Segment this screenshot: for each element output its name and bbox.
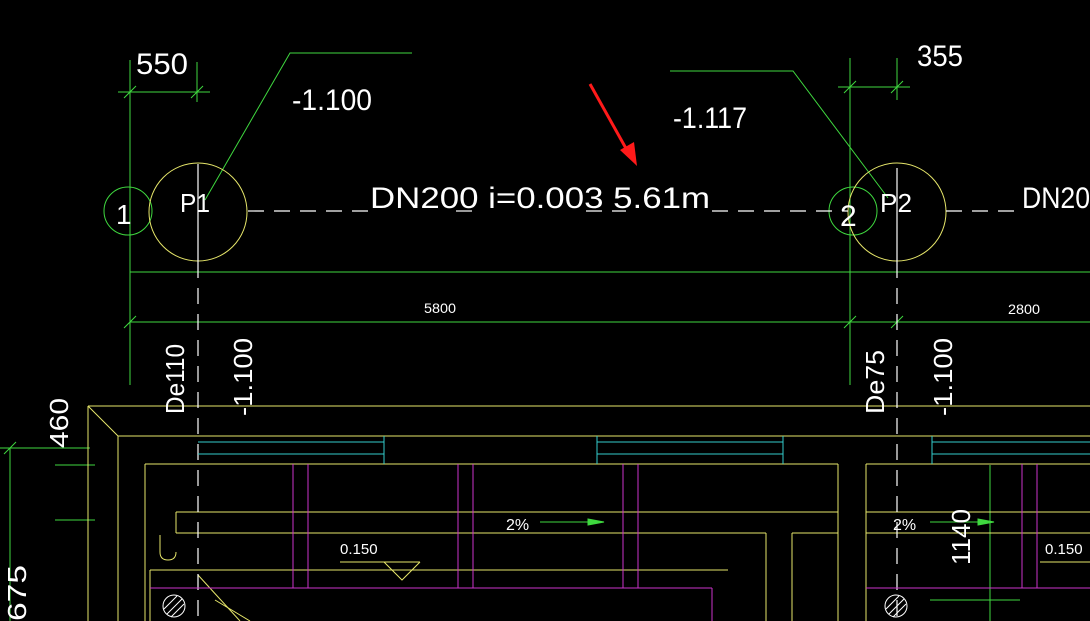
level-label-1: 0.150 <box>340 541 378 558</box>
pipe-label-main: DN200 i=0.003 5.61m <box>370 182 710 215</box>
dim-355: 355 <box>917 40 963 73</box>
dim-1140: 1140 <box>946 509 976 565</box>
elevation-2: -1.117 <box>673 102 747 135</box>
elevation-1: -1.100 <box>292 84 372 117</box>
slope-label-1: 2% <box>506 517 529 534</box>
dim-2800: 2800 <box>1008 301 1040 317</box>
dim-5800: 5800 <box>424 300 456 316</box>
axis-label-1: 1 <box>116 199 132 230</box>
pipe-de75: De75 <box>860 350 890 414</box>
dim-550: 550 <box>136 48 188 81</box>
canvas-background <box>0 0 1090 621</box>
elevation-3: -1.100 <box>228 338 258 416</box>
axis-label-2: 2 <box>840 200 857 233</box>
cad-drawing-canvas: 550 355 -1.100 -1.117 DN200 i=0.003 5.61… <box>0 0 1090 621</box>
manhole-label-p2: P2 <box>880 188 912 218</box>
elevation-4: -1.100 <box>928 338 958 416</box>
pipe-de110: De110 <box>160 344 190 414</box>
dim-460: 460 <box>44 398 74 448</box>
slope-label-2: 2% <box>893 517 916 534</box>
manhole-label-p1: P1 <box>180 188 210 218</box>
pipe-label-right: DN20 <box>1022 182 1090 215</box>
level-label-2: 0.150 <box>1045 541 1083 558</box>
dim-675: 675 <box>2 565 32 621</box>
